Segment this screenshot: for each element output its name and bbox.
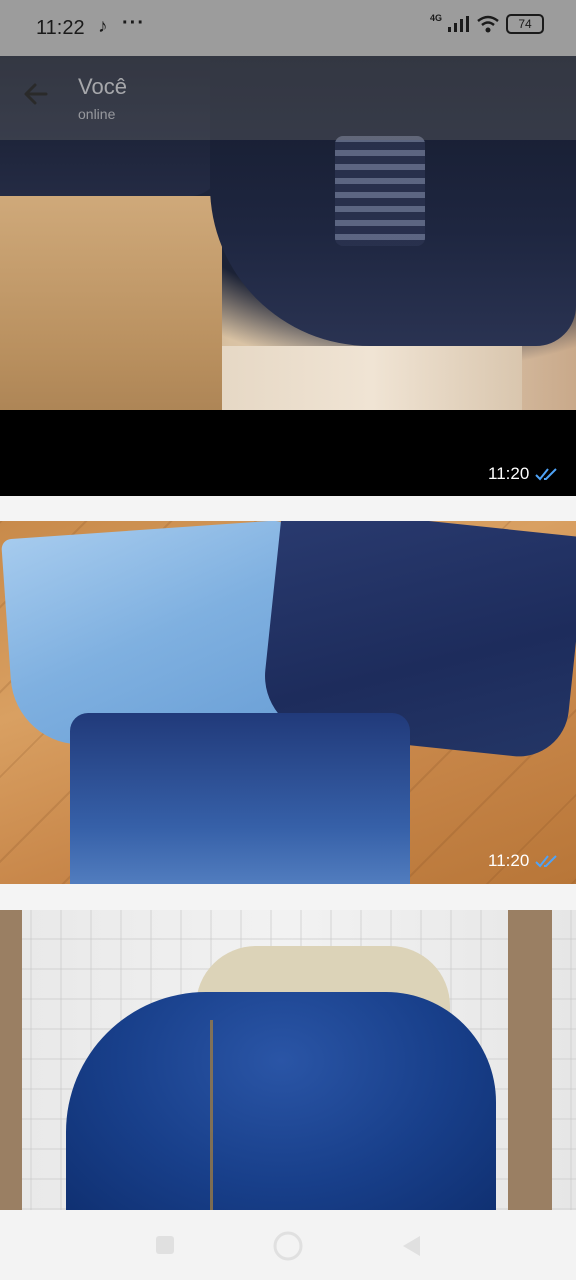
more-notifications-icon: ··· (122, 12, 145, 34)
image-message-3[interactable] (0, 910, 576, 1210)
navigation-bar (0, 1210, 576, 1280)
battery-icon: 74 (506, 14, 544, 34)
status-time: 11:22 (36, 17, 85, 39)
back-triangle-icon[interactable] (400, 1234, 422, 1258)
network-type: 4G (429, 13, 442, 23)
read-ticks-icon (535, 468, 557, 481)
wifi-icon (477, 15, 499, 33)
signal-icon (448, 16, 469, 32)
contact-status: online (78, 106, 116, 122)
message-gap (0, 884, 576, 910)
contact-name[interactable]: Você (78, 74, 127, 100)
recents-square-icon[interactable] (154, 1234, 176, 1256)
back-arrow-icon[interactable] (20, 78, 52, 110)
message-gap (0, 496, 576, 521)
read-ticks-icon (535, 855, 557, 868)
image-letterbox: 11:20 (0, 410, 576, 496)
message-time: 11:20 (488, 464, 559, 484)
tiktok-icon: ♪ (98, 16, 108, 37)
message-time: 11:20 (488, 851, 559, 871)
home-circle-icon[interactable] (272, 1230, 304, 1262)
image-message-2[interactable]: 11:20 (0, 521, 576, 884)
status-icons: 4G 74 (429, 13, 544, 34)
status-bar: 11:22 ♪ ··· 4G 74 (0, 0, 576, 56)
chat-header: Você online (0, 56, 576, 140)
